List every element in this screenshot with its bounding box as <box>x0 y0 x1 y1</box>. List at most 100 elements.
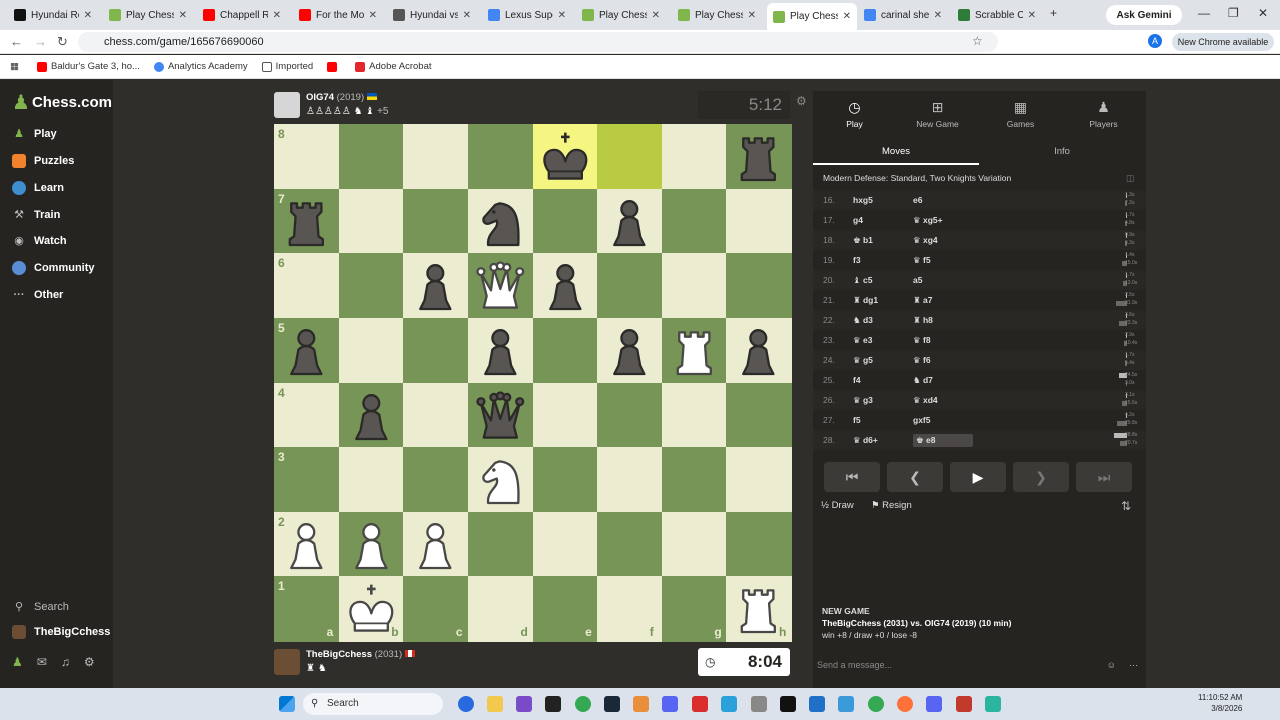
square-e5[interactable] <box>532 317 598 383</box>
square-f3[interactable] <box>597 447 663 513</box>
ask-gemini-button[interactable]: Ask Gemini <box>1106 5 1182 25</box>
square-b7[interactable] <box>338 188 404 254</box>
copy-icon[interactable]: ◫ <box>1126 173 1134 184</box>
sidebar-search[interactable]: ⚲ Search <box>12 600 69 614</box>
square-g6[interactable] <box>661 253 727 319</box>
white-pawn-piece[interactable] <box>274 512 339 577</box>
bookmark-star-icon[interactable]: ☆ <box>972 34 983 48</box>
white-king-piece[interactable] <box>339 576 404 641</box>
taskbar-search[interactable]: ⚲ Search <box>303 693 443 715</box>
white-move[interactable]: f4 <box>849 375 913 385</box>
black-pawn-piece[interactable] <box>597 189 662 254</box>
forward-icon[interactable]: → <box>34 34 47 49</box>
white-rook-piece[interactable] <box>726 576 791 641</box>
square-h6[interactable] <box>726 253 792 319</box>
black-move[interactable]: gxf5 <box>913 415 973 425</box>
black-move[interactable]: ♜ h8 <box>913 315 973 326</box>
sidebar-item-other[interactable]: ··· Other <box>12 288 64 302</box>
square-f2[interactable] <box>597 511 663 577</box>
close-tab-icon[interactable]: ✕ <box>463 10 471 21</box>
bookmark-youtube[interactable] <box>327 61 341 72</box>
square-c4[interactable] <box>403 382 469 448</box>
square-e2[interactable] <box>532 511 598 577</box>
white-move[interactable]: hxg5 <box>849 195 913 205</box>
white-move[interactable]: ♛ g3 <box>849 395 913 406</box>
new-chrome-available-button[interactable]: New Chrome available <box>1172 33 1274 51</box>
player-name[interactable]: TheBigCchess <box>306 649 372 660</box>
black-move[interactable]: ♛ f8 <box>913 335 973 346</box>
white-knight-piece[interactable] <box>468 447 533 512</box>
close-tab-icon[interactable]: ✕ <box>273 10 281 21</box>
sidebar-item-train[interactable]: ⚒ Train <box>12 208 60 222</box>
profile-avatar-icon[interactable]: A <box>1148 34 1162 48</box>
white-rook-piece[interactable] <box>662 318 727 383</box>
square-c5[interactable] <box>403 317 469 383</box>
tab-new-game[interactable]: ⊞ New Game <box>896 91 979 139</box>
new-tab-icon[interactable]: + <box>1050 6 1057 20</box>
system-clock[interactable]: 11:10:52 AM 3/8/2026 <box>1198 692 1242 714</box>
square-g3[interactable] <box>661 447 727 513</box>
app-icon[interactable] <box>809 696 825 712</box>
white-move[interactable]: ♞ d3 <box>849 315 913 326</box>
app-icon[interactable] <box>985 696 1001 712</box>
windows-start-icon[interactable] <box>279 696 295 712</box>
black-king-piece[interactable] <box>533 124 598 189</box>
close-tab-icon[interactable]: ✕ <box>369 10 377 21</box>
white-move[interactable]: ♝ c5 <box>849 275 913 286</box>
black-move[interactable]: e6 <box>913 195 973 205</box>
browser-tab[interactable]: Scrabble Che✕ <box>952 4 1042 26</box>
black-rook-piece[interactable] <box>726 124 791 189</box>
app-icon[interactable] <box>662 696 678 712</box>
white-queen-piece[interactable] <box>468 253 533 318</box>
black-move[interactable]: a5 <box>913 275 973 285</box>
play-moves-button[interactable]: ▶ <box>950 462 1006 492</box>
apps-icon[interactable]: ▦ <box>10 61 19 72</box>
sidebar-item-community[interactable]: Community <box>12 261 95 275</box>
white-move[interactable]: ♛ g5 <box>849 355 913 366</box>
browser-tab[interactable]: Play Chess ✕ <box>576 4 666 26</box>
chrome-icon[interactable] <box>575 696 591 712</box>
opponent-avatar[interactable] <box>274 92 300 118</box>
chesscom-logo[interactable]: ♟ Chess.com <box>12 90 112 115</box>
square-c8[interactable] <box>403 124 469 190</box>
black-pawn-piece[interactable] <box>339 383 404 448</box>
black-pawn-piece[interactable] <box>597 318 662 383</box>
square-f4[interactable] <box>597 382 663 448</box>
chrome-icon[interactable] <box>868 696 884 712</box>
browser-tab[interactable]: Play Chess ✕ <box>103 4 193 26</box>
black-move[interactable]: ♞ d7 <box>913 375 973 386</box>
square-c3[interactable] <box>403 447 469 513</box>
square-f6[interactable] <box>597 253 663 319</box>
browser-tab[interactable]: Chappell Roan✕ <box>197 4 287 26</box>
browser-tab[interactable]: carinal shell g✕ <box>858 4 948 26</box>
app-icon[interactable] <box>692 696 708 712</box>
mail-icon[interactable]: ✉ <box>37 655 47 669</box>
close-tab-icon[interactable]: ✕ <box>1028 10 1036 21</box>
url-field[interactable]: chess.com/game/165676690060 <box>78 32 998 52</box>
square-g8[interactable] <box>661 124 727 190</box>
telegram-icon[interactable] <box>721 696 737 712</box>
board-settings-icon[interactable]: ⚙ <box>796 94 807 108</box>
white-move[interactable]: f5 <box>849 415 913 425</box>
square-b3[interactable] <box>338 447 404 513</box>
close-tab-icon[interactable]: ✕ <box>652 10 660 21</box>
black-pawn-piece[interactable] <box>533 253 598 318</box>
black-queen-piece[interactable] <box>468 383 533 448</box>
friends-icon[interactable]: ♟ <box>12 655 23 669</box>
app-icon[interactable] <box>780 696 796 712</box>
draw-button[interactable]: ½ Draw <box>821 500 854 511</box>
square-g4[interactable] <box>661 382 727 448</box>
square-e7[interactable] <box>532 188 598 254</box>
close-tab-icon[interactable]: ✕ <box>84 10 92 21</box>
white-move[interactable]: f3 <box>849 255 913 265</box>
close-tab-icon[interactable]: ✕ <box>558 10 566 21</box>
black-pawn-piece[interactable] <box>274 318 339 383</box>
browser-tab[interactable]: Play Chess ✕ <box>672 4 762 26</box>
sidebar-item-puzzles[interactable]: Puzzles <box>12 154 74 168</box>
square-e4[interactable] <box>532 382 598 448</box>
black-move[interactable]: ♛ xg4 <box>913 235 973 246</box>
file-explorer-icon[interactable] <box>487 696 503 712</box>
white-pawn-piece[interactable] <box>403 512 468 577</box>
firefox-icon[interactable] <box>897 696 913 712</box>
white-move[interactable]: ♛ e3 <box>849 335 913 346</box>
